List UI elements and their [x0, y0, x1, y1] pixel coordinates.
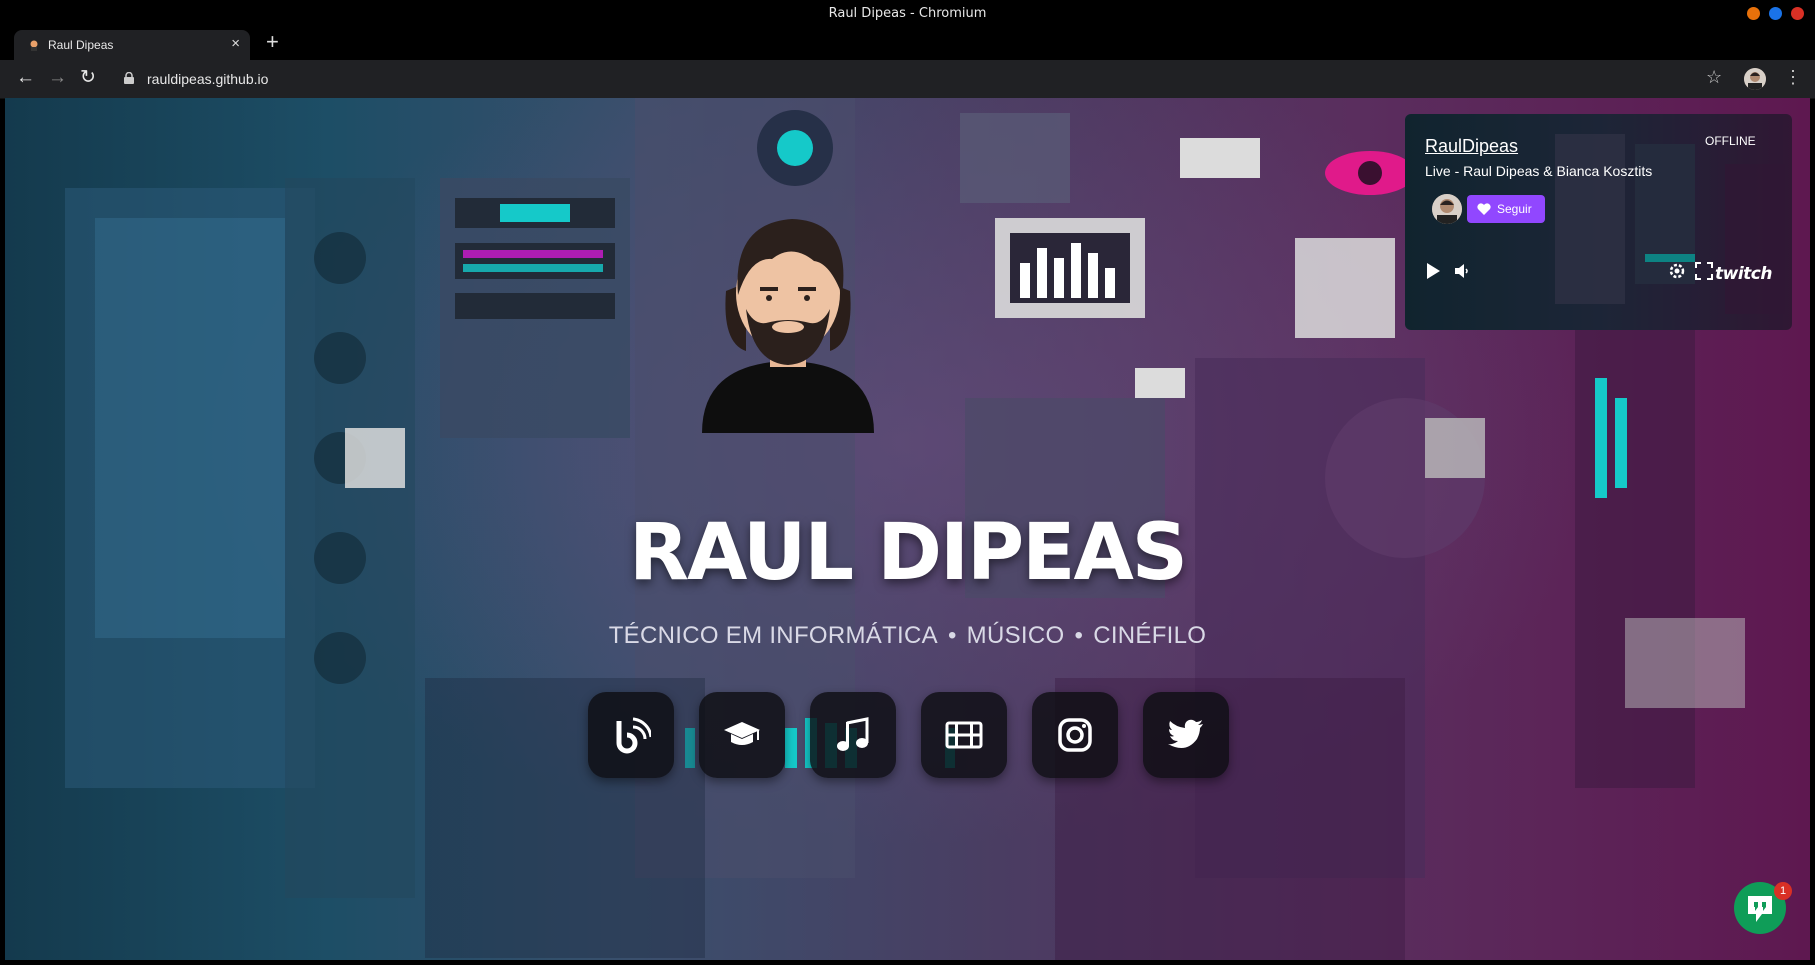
forward-button[interactable]: →	[48, 68, 67, 88]
profile-avatar[interactable]	[1744, 68, 1766, 90]
graduation-cap-icon	[724, 722, 760, 745]
role-separator: •	[947, 622, 957, 649]
bookmark-star-icon[interactable]: ☆	[1706, 67, 1722, 88]
music-note-icon	[837, 717, 869, 751]
fullscreen-icon[interactable]	[1695, 262, 1713, 280]
browser-toolbar: ← → ↻ rauldipeas.github.io ☆ ⋮	[0, 60, 1815, 99]
window-titlebar: Raul Dipeas - Chromium	[0, 0, 1815, 28]
reload-button[interactable]: ↻	[80, 68, 96, 88]
window-title: Raul Dipeas - Chromium	[828, 6, 987, 21]
twitter-link-button[interactable]	[1143, 692, 1229, 778]
chat-notification-badge: 1	[1774, 882, 1792, 900]
url-text: rauldipeas.github.io	[147, 71, 269, 87]
role-musician: MÚSICO	[966, 622, 1065, 649]
volume-icon[interactable]	[1453, 262, 1471, 280]
lock-icon	[124, 72, 134, 84]
heart-icon	[1477, 203, 1491, 215]
address-bar[interactable]: rauldipeas.github.io	[114, 65, 1702, 93]
new-tab-button[interactable]: +	[266, 31, 279, 53]
favicon-icon	[30, 40, 38, 51]
blog-icon	[616, 717, 651, 754]
chat-bubble-icon	[1748, 896, 1772, 922]
hero-name: RAUL DIPEAS	[629, 508, 1188, 598]
twitch-channel-avatar[interactable]	[1432, 194, 1462, 224]
twitch-follow-button[interactable]: Seguir	[1467, 195, 1545, 223]
back-button[interactable]: ←	[16, 68, 35, 88]
tab-strip: Raul Dipeas × +	[0, 28, 1815, 60]
role-separator: •	[1074, 622, 1084, 649]
twitch-stream-title: Live - Raul Dipeas & Bianca Kosztits	[1425, 163, 1653, 179]
twitch-logo[interactable]: twitch	[1715, 264, 1772, 284]
twitch-embed[interactable]: RaulDipeas OFFLINE Live - Raul Dipeas & …	[1405, 114, 1792, 330]
avatar-illustration	[702, 219, 874, 433]
minimize-button[interactable]	[1747, 7, 1760, 20]
play-icon[interactable]	[1425, 262, 1441, 280]
follow-label: Seguir	[1497, 202, 1532, 216]
role-cinephile: CINÉFILO	[1093, 622, 1207, 649]
chat-widget-button[interactable]: 1	[1734, 882, 1792, 934]
browser-menu-icon[interactable]: ⋮	[1784, 67, 1802, 88]
twitch-status-badge: OFFLINE	[1705, 134, 1756, 148]
settings-gear-icon[interactable]	[1668, 262, 1686, 280]
instagram-link-button[interactable]	[1032, 692, 1118, 778]
tab-label: Raul Dipeas	[48, 38, 114, 52]
close-window-button[interactable]	[1791, 7, 1804, 20]
twitch-channel-name[interactable]: RaulDipeas	[1425, 136, 1518, 157]
education-link-button[interactable]	[699, 692, 785, 778]
film-link-button[interactable]	[921, 692, 1007, 778]
blog-link-button[interactable]	[588, 692, 674, 778]
role-technician: TÉCNICO EM INFORMÁTICA	[608, 622, 938, 649]
instagram-icon	[1058, 718, 1092, 752]
tab-raul-dipeas[interactable]: Raul Dipeas ×	[14, 30, 250, 60]
music-link-button[interactable]	[810, 692, 896, 778]
hero-subtitle: TÉCNICO EM INFORMÁTICA • MÚSICO • CINÉFILO	[0, 622, 1815, 650]
twitter-icon	[1168, 719, 1203, 748]
tab-close-icon[interactable]: ×	[231, 35, 240, 52]
maximize-button[interactable]	[1769, 7, 1782, 20]
film-icon	[945, 721, 983, 749]
